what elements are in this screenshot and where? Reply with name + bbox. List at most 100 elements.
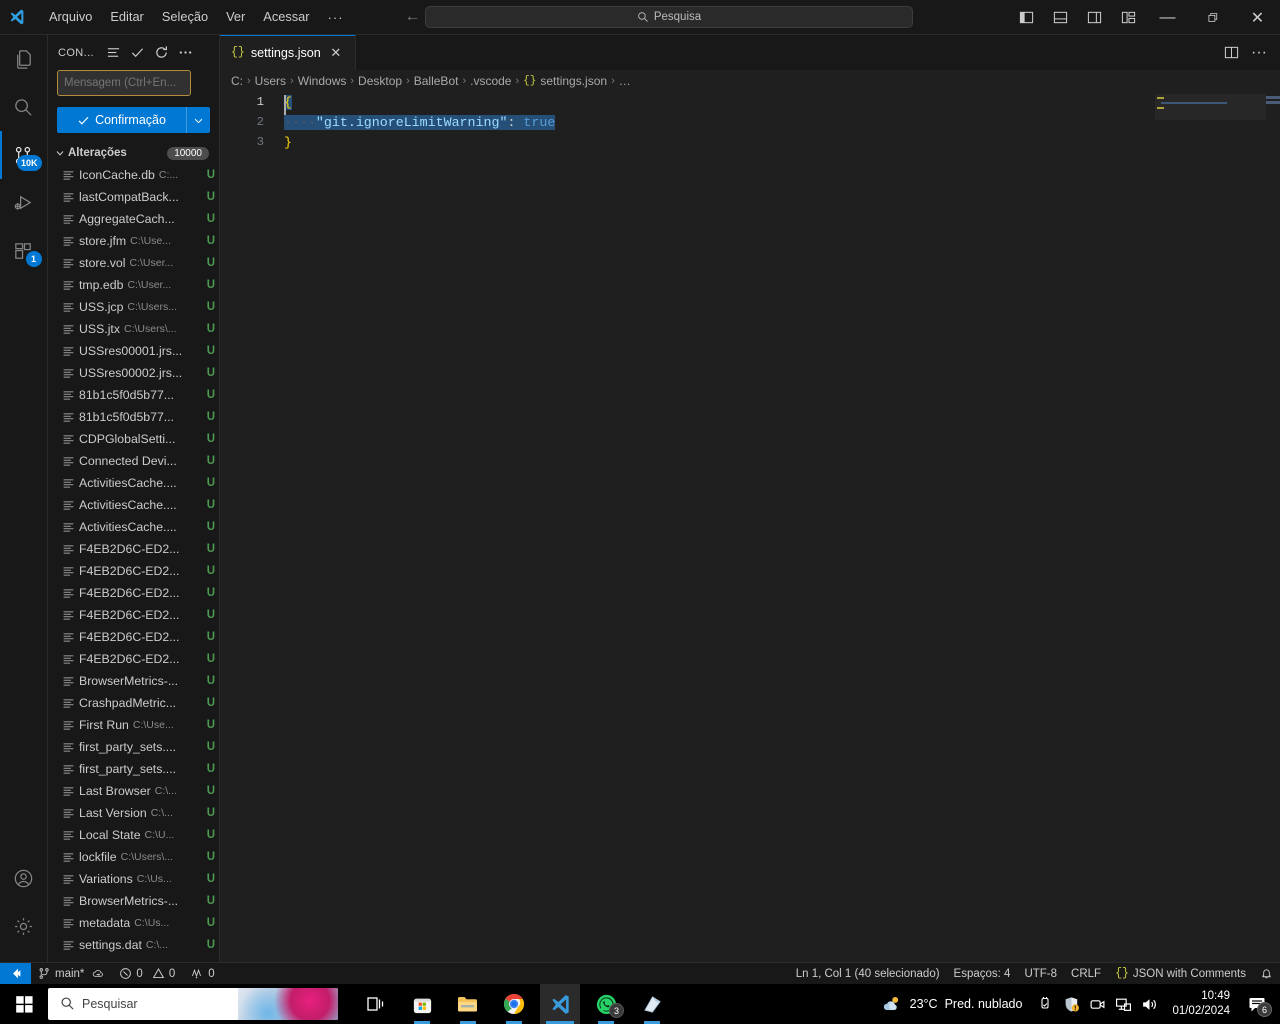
breadcrumb-item[interactable]: settings.json xyxy=(540,74,607,88)
commit-button[interactable]: Confirmação xyxy=(57,107,186,133)
usb-icon[interactable] xyxy=(1032,984,1058,1024)
overview-ruler[interactable] xyxy=(1266,92,1280,960)
editor-more-actions-icon[interactable]: ··· xyxy=(1246,40,1272,66)
view-as-list-icon[interactable] xyxy=(102,42,124,64)
breadcrumb-item[interactable]: Users xyxy=(255,74,286,88)
taskbar-google-chrome[interactable] xyxy=(494,984,534,1024)
status-notifications[interactable] xyxy=(1253,963,1280,985)
remote-window-indicator[interactable] xyxy=(0,962,31,985)
toggle-primary-sidebar-icon[interactable] xyxy=(1009,0,1043,35)
changed-file-row[interactable]: F4EB2D6C-ED2... U xyxy=(48,560,219,582)
changed-file-row[interactable]: F4EB2D6C-ED2... U xyxy=(48,538,219,560)
refresh-icon[interactable] xyxy=(150,42,172,64)
toggle-panel-icon[interactable] xyxy=(1043,0,1077,35)
breadcrumb-item[interactable]: .vscode xyxy=(470,74,511,88)
changed-file-row[interactable]: CrashpadMetric... U xyxy=(48,692,219,714)
taskbar-task-view[interactable] xyxy=(356,984,396,1024)
status-problems[interactable]: 0 0 xyxy=(112,963,182,985)
status-eol[interactable]: CRLF xyxy=(1064,963,1108,985)
status-cursor-position[interactable]: Ln 1, Col 1 (40 selecionado) xyxy=(789,963,947,985)
changed-file-row[interactable]: USS.jcp C:\Users... U xyxy=(48,296,219,318)
status-language-mode[interactable]: {} JSON with Comments xyxy=(1108,963,1253,985)
activity-run-debug[interactable] xyxy=(0,179,48,227)
toggle-secondary-sidebar-icon[interactable] xyxy=(1077,0,1111,35)
changed-file-row[interactable]: USS.jtx C:\Users\... U xyxy=(48,318,219,340)
changed-file-row[interactable]: lockfile C:\Users\... U xyxy=(48,846,219,868)
changed-file-row[interactable]: 81b1c5f0d5b77... U xyxy=(48,406,219,428)
tab-settings-json[interactable]: {} settings.json ✕ xyxy=(220,35,356,70)
taskbar-microsoft-store[interactable] xyxy=(402,984,442,1024)
changed-file-row[interactable]: metadata C:\Us... U xyxy=(48,912,219,934)
menu-overflow-icon[interactable]: ··· xyxy=(319,9,353,26)
split-editor-icon[interactable] xyxy=(1218,40,1244,66)
changed-file-row[interactable]: Local State C:\U... U xyxy=(48,824,219,846)
changed-file-row[interactable]: BrowserMetrics-... U xyxy=(48,890,219,912)
back-arrow-icon[interactable]: ← xyxy=(405,9,421,25)
breadcrumb-item[interactable]: Desktop xyxy=(358,74,402,88)
changed-file-row[interactable]: ActivitiesCache.... U xyxy=(48,472,219,494)
changed-file-row[interactable]: F4EB2D6C-ED2... U xyxy=(48,626,219,648)
menu-arquivo[interactable]: Arquivo xyxy=(40,4,101,30)
breadcrumb-item[interactable]: … xyxy=(619,74,631,88)
activity-extensions[interactable]: 1 xyxy=(0,227,48,275)
changed-file-row[interactable]: ActivitiesCache.... U xyxy=(48,516,219,538)
activity-explorer[interactable] xyxy=(0,35,48,83)
minimap-slider[interactable] xyxy=(1155,94,1266,120)
changed-file-row[interactable]: first_party_sets.... U xyxy=(48,736,219,758)
changed-file-row[interactable]: Last Browser C:\... U xyxy=(48,780,219,802)
menu-acessar[interactable]: Acessar xyxy=(254,4,318,30)
command-search-input[interactable]: Pesquisa xyxy=(425,6,913,28)
changed-file-row[interactable]: F4EB2D6C-ED2... U xyxy=(48,582,219,604)
changed-files-list[interactable]: IconCache.db C:... UlastCompatBack... U Aggr… xyxy=(48,164,219,954)
breadcrumb-item[interactable]: Windows xyxy=(298,74,347,88)
changed-file-row[interactable]: store.vol C:\User... U xyxy=(48,252,219,274)
menu-editar[interactable]: Editar xyxy=(101,4,152,30)
changed-file-row[interactable]: first_party_sets.... U xyxy=(48,758,219,780)
restore-button[interactable] xyxy=(1190,0,1235,35)
status-indentation[interactable]: Espaços: 4 xyxy=(947,963,1018,985)
activity-settings[interactable] xyxy=(0,902,48,950)
volume-icon[interactable] xyxy=(1136,984,1162,1024)
changed-file-row[interactable]: 81b1c5f0d5b77... U xyxy=(48,384,219,406)
commit-message-input[interactable] xyxy=(57,70,191,96)
activity-account[interactable] xyxy=(0,854,48,902)
changed-file-row[interactable]: USSres00002.jrs... U xyxy=(48,362,219,384)
taskbar-visual-studio-code[interactable] xyxy=(540,984,580,1024)
status-ports[interactable]: 0 xyxy=(182,963,221,985)
close-button[interactable]: ✕ xyxy=(1235,0,1280,35)
camera-icon[interactable] xyxy=(1084,984,1110,1024)
weather-widget[interactable]: 23°C Pred. nublado xyxy=(871,993,1033,1015)
status-encoding[interactable]: UTF-8 xyxy=(1017,963,1064,985)
security-shield-icon[interactable] xyxy=(1058,984,1084,1024)
changed-file-row[interactable]: Last Version C:\... U xyxy=(48,802,219,824)
changed-file-row[interactable]: F4EB2D6C-ED2... U xyxy=(48,604,219,626)
code-editor[interactable]: 1 { 2 ····"git.ignoreLimitWarning": true… xyxy=(220,92,1280,960)
changed-file-row[interactable]: USSres00001.jrs... U xyxy=(48,340,219,362)
activity-search[interactable] xyxy=(0,83,48,131)
taskbar-sticky-notes[interactable] xyxy=(632,984,672,1024)
commit-dropdown-button[interactable] xyxy=(186,107,210,133)
commit-check-icon[interactable] xyxy=(126,42,148,64)
taskbar-clock[interactable]: 10:49 01/02/2024 xyxy=(1162,989,1240,1019)
menu-ver[interactable]: Ver xyxy=(217,4,254,30)
breadcrumb-item[interactable]: BalleBot xyxy=(414,74,459,88)
changed-file-row[interactable]: lastCompatBack... U xyxy=(48,186,219,208)
start-button[interactable] xyxy=(0,984,48,1024)
changed-file-row[interactable]: Connected Devi... U xyxy=(48,450,219,472)
changed-file-row[interactable]: F4EB2D6C-ED2... U xyxy=(48,648,219,670)
activity-source-control[interactable]: 10K xyxy=(0,131,48,179)
changed-file-row[interactable]: tmp.edb C:\User... U xyxy=(48,274,219,296)
changed-file-row[interactable]: IconCache.db C:... U xyxy=(48,164,219,186)
notification-center-button[interactable]: 6 xyxy=(1240,984,1274,1024)
minimize-button[interactable]: — xyxy=(1145,0,1190,35)
breadcrumb-item[interactable]: C: xyxy=(231,74,243,88)
changed-file-row[interactable]: settings.dat C:\... U xyxy=(48,934,219,954)
changed-file-row[interactable]: store.jfm C:\Use... U xyxy=(48,230,219,252)
changed-file-row[interactable]: CDPGlobalSetti... U xyxy=(48,428,219,450)
network-icon[interactable] xyxy=(1110,984,1136,1024)
changed-file-row[interactable]: ActivitiesCache.... U xyxy=(48,494,219,516)
taskbar-search-box[interactable]: Pesquisar xyxy=(48,988,338,1020)
changed-file-row[interactable]: Variations C:\Us... U xyxy=(48,868,219,890)
customize-layout-icon[interactable] xyxy=(1111,0,1145,35)
menu-selecao[interactable]: Seleção xyxy=(153,4,217,30)
